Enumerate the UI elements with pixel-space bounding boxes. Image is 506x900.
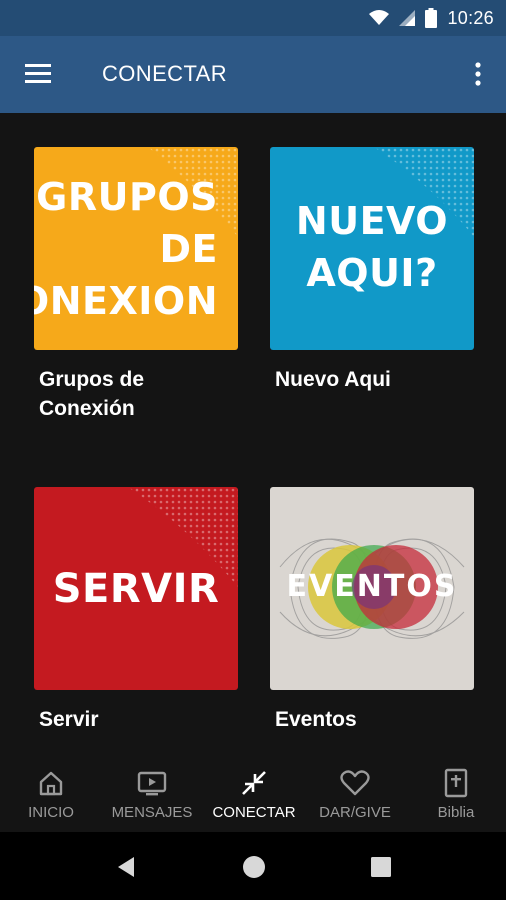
nav-item-mensajes[interactable]: MENSAJES (106, 756, 198, 832)
nav-label: INICIO (28, 804, 74, 821)
card-label: Eventos (275, 708, 357, 731)
servir-tile-text: SERVIR (52, 566, 220, 612)
card-servir[interactable]: SERVIR Servir (34, 487, 238, 747)
card-eventos[interactable]: EVENTOS Eventos (270, 487, 474, 747)
nav-label: DAR/GIVE (319, 804, 391, 821)
hamburger-menu-button[interactable] (22, 60, 56, 90)
eventos-tile-text: EVENTOS (286, 569, 458, 604)
tv-icon (137, 768, 167, 798)
eventos-tile[interactable]: EVENTOS (270, 487, 474, 690)
recents-button[interactable] (368, 854, 394, 880)
bible-icon (441, 768, 471, 798)
nav-item-inicio[interactable]: INICIO (16, 756, 86, 832)
nav-label: CONECTAR (212, 804, 296, 821)
nav-label: MENSAJES (111, 804, 193, 821)
card-nuevo-aqui[interactable]: NUEVO AQUI? Nuevo Aqui (270, 147, 474, 437)
home-button[interactable] (241, 854, 267, 880)
nav-item-biblia[interactable]: Biblia (426, 756, 486, 832)
system-navigation-bar (0, 832, 506, 900)
home-icon (36, 768, 66, 798)
status-bar: 10:26 (0, 0, 506, 36)
nav-item-dar-give[interactable]: DAR/GIVE (312, 756, 398, 832)
card-label: Grupos de Conexión (39, 368, 145, 420)
overflow-menu-button[interactable] (468, 58, 488, 92)
card-label: Servir (39, 708, 99, 731)
bottom-navigation: INICIO MENSAJES CONECTAR DAR/GIVE Biblia (0, 756, 506, 832)
back-icon (118, 857, 134, 877)
home-circle-icon (243, 856, 265, 878)
nuevo-tile-text: NUEVO AQUI? (295, 199, 449, 295)
grupos-tile-text: GRUPOS DE CONEXION (34, 175, 218, 323)
connect-grid: GRUPOS DE CONEXION Grupos de Conexión NU… (0, 113, 506, 756)
card-grupos-de-conexion[interactable]: GRUPOS DE CONEXION Grupos de Conexión (34, 147, 238, 437)
back-button[interactable] (114, 854, 140, 880)
app-bar: CONECTAR (0, 36, 506, 113)
nav-label: Biblia (437, 804, 475, 821)
servir-tile[interactable]: SERVIR (34, 487, 238, 690)
heart-icon (340, 768, 370, 798)
status-time: 10:26 (447, 7, 494, 28)
recents-icon (371, 857, 391, 877)
battery-icon (425, 8, 438, 28)
page-title: CONECTAR (102, 61, 228, 86)
collapse-arrows-icon (239, 768, 269, 798)
card-label: Nuevo Aqui (275, 368, 391, 391)
wifi-icon (369, 10, 390, 25)
nav-item-conectar[interactable]: CONECTAR (208, 756, 300, 832)
more-vertical-icon (475, 62, 481, 86)
cell-signal-icon (399, 10, 416, 26)
status-icons: 10:26 (369, 6, 494, 30)
nuevo-tile[interactable]: NUEVO AQUI? (270, 147, 474, 350)
hamburger-menu-icon (25, 64, 51, 83)
grupos-tile[interactable]: GRUPOS DE CONEXION (34, 147, 238, 350)
